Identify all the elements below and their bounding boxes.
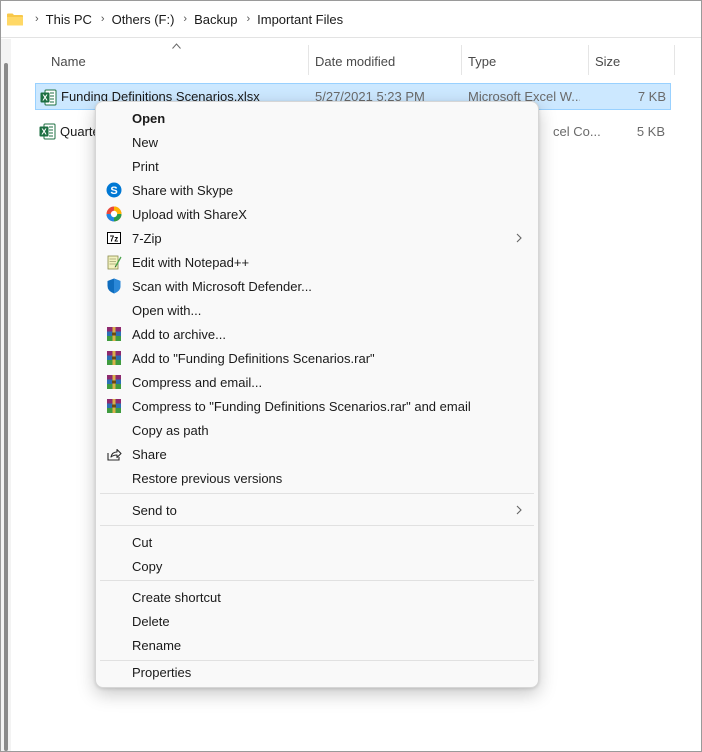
excel-file-icon: X: [40, 89, 57, 106]
menu-item-label: New: [132, 134, 159, 150]
column-divider[interactable]: [308, 45, 309, 75]
menu-item-label: Print: [132, 158, 159, 174]
file-explorer-window: › This PC › Others (F:) › Backup › Impor…: [0, 0, 702, 752]
menu-item-label: Create shortcut: [132, 589, 221, 605]
column-divider[interactable]: [588, 45, 589, 75]
file-size: 7 KB: [637, 89, 666, 104]
menu-item-share-with-skype[interactable]: S Share with Skype: [100, 178, 534, 202]
menu-item-open[interactable]: Open: [100, 106, 534, 130]
menu-item-label: Restore previous versions: [132, 470, 283, 486]
sharex-icon: [106, 206, 122, 222]
chevron-right-icon[interactable]: ›: [101, 13, 105, 25]
chevron-right-icon: [516, 505, 522, 515]
context-menu: Open New Print S Share with Skype Upload…: [95, 101, 539, 688]
file-name[interactable]: Quarte: [60, 118, 95, 145]
breadcrumb-item-current-folder[interactable]: Important Files: [257, 12, 343, 27]
column-header-type[interactable]: Type: [468, 45, 586, 77]
menu-item-label: Copy as path: [132, 422, 209, 438]
menu-separator: [100, 525, 534, 526]
breadcrumb-item-backup[interactable]: Backup: [194, 12, 237, 27]
menu-item-label: Scan with Microsoft Defender...: [132, 278, 312, 294]
menu-separator: [100, 493, 534, 494]
svg-text:S: S: [110, 185, 117, 197]
menu-item-share[interactable]: Share: [100, 442, 534, 466]
menu-item-compress-and-email[interactable]: Compress and email...: [100, 370, 534, 394]
column-header-date-modified[interactable]: Date modified: [315, 45, 460, 77]
menu-item-cut[interactable]: Cut: [100, 530, 534, 554]
winrar-icon: [107, 351, 121, 365]
breadcrumb-item-drive[interactable]: Others (F:): [112, 12, 175, 27]
menu-item-label: Delete: [132, 613, 170, 629]
column-header-name[interactable]: Name: [51, 45, 306, 77]
menu-item-delete[interactable]: Delete: [100, 609, 534, 633]
file-size: 5 KB: [636, 124, 665, 139]
menu-item-label: Copy: [132, 558, 163, 574]
menu-item-label: Compress to "Funding Definitions Scenari…: [132, 398, 471, 414]
menu-item-label: Compress and email...: [132, 374, 263, 390]
menu-item-create-shortcut[interactable]: Create shortcut: [100, 585, 534, 609]
menu-item-compress-to-rar-and-email[interactable]: Compress to "Funding Definitions Scenari…: [100, 394, 534, 418]
menu-item-copy-as-path[interactable]: Copy as path: [100, 418, 534, 442]
menu-item-add-to-rar[interactable]: Add to "Funding Definitions Scenarios.ra…: [100, 346, 534, 370]
menu-item-label: Share with Skype: [132, 182, 234, 198]
menu-item-label: Add to "Funding Definitions Scenarios.ra…: [132, 350, 375, 366]
menu-item-label: Open with...: [132, 302, 202, 318]
menu-item-copy[interactable]: Copy: [100, 554, 534, 578]
notepadpp-icon: [107, 255, 122, 270]
chevron-right-icon[interactable]: ›: [183, 13, 187, 25]
menu-item-label: Share: [132, 446, 167, 462]
menu-separator: [100, 580, 534, 581]
menu-item-new[interactable]: New: [100, 130, 534, 154]
menu-item-add-to-archive[interactable]: Add to archive...: [100, 322, 534, 346]
menu-item-label: Add to archive...: [132, 326, 226, 342]
menu-item-scan-with-defender[interactable]: Scan with Microsoft Defender...: [100, 274, 534, 298]
menu-item-restore-previous-versions[interactable]: Restore previous versions: [100, 466, 534, 490]
chevron-right-icon: [516, 233, 522, 243]
share-icon: [107, 448, 122, 461]
menu-item-label: Send to: [132, 502, 177, 518]
menu-item-label: Upload with ShareX: [132, 206, 247, 222]
winrar-icon: [107, 375, 121, 389]
menu-item-label: Rename: [132, 637, 182, 653]
menu-item-upload-with-sharex[interactable]: Upload with ShareX: [100, 202, 534, 226]
menu-item-label: 7-Zip: [132, 230, 162, 246]
menu-item-print[interactable]: Print: [100, 154, 534, 178]
7zip-icon: 7z: [107, 232, 121, 244]
svg-text:X: X: [42, 94, 48, 103]
folder-icon: [7, 13, 23, 26]
chevron-right-icon[interactable]: ›: [246, 13, 250, 25]
winrar-icon: [107, 327, 121, 341]
menu-item-label: Properties: [132, 664, 192, 680]
menu-item-rename[interactable]: Rename: [100, 633, 534, 657]
menu-item-label: Open: [132, 110, 166, 126]
breadcrumb: › This PC › Others (F:) › Backup › Impor…: [1, 1, 701, 38]
menu-item-send-to[interactable]: Send to: [100, 498, 534, 522]
menu-item-label: Edit with Notepad++: [132, 254, 250, 270]
menu-item-edit-with-notepadpp[interactable]: Edit with Notepad++: [100, 250, 534, 274]
column-header-size[interactable]: Size: [595, 45, 673, 77]
column-divider[interactable]: [461, 45, 462, 75]
excel-file-icon: X: [39, 123, 56, 140]
navigation-scrollbar[interactable]: [4, 63, 8, 751]
svg-text:X: X: [41, 128, 47, 137]
skype-icon: S: [106, 182, 122, 198]
defender-icon: [107, 278, 121, 294]
column-divider[interactable]: [674, 45, 675, 75]
menu-item-open-with[interactable]: Open with...: [100, 298, 534, 322]
svg-text:7z: 7z: [110, 235, 118, 244]
breadcrumb-item-this-pc[interactable]: This PC: [46, 12, 92, 27]
chevron-right-icon[interactable]: ›: [35, 13, 39, 25]
menu-item-label: Cut: [132, 534, 153, 550]
menu-item-properties[interactable]: Properties: [100, 660, 534, 684]
winrar-icon: [107, 399, 121, 413]
menu-item-7-zip[interactable]: 7z 7-Zip: [100, 226, 534, 250]
